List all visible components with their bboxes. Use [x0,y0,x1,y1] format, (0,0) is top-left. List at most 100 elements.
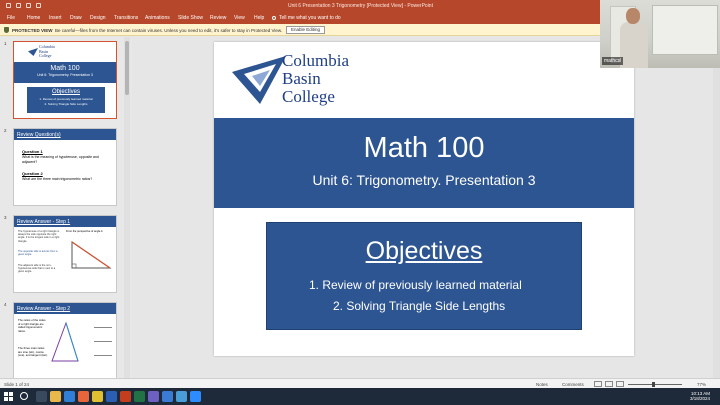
tab-home[interactable]: Home [27,15,40,21]
notes-button[interactable]: Notes [536,382,548,387]
save-icon[interactable] [6,3,11,8]
objective-item: 1. Review of previously learned material [309,278,522,292]
slide-subtitle[interactable]: Unit 6: Trigonometry. Presentation 3 [214,172,634,188]
thumb-bottom-text: The three main ratios are sine (sin), co… [18,346,48,358]
vertical-scrollbar[interactable] [713,37,720,378]
objectives-box[interactable]: Objectives 1. Review of previously learn… [266,222,582,330]
tab-design[interactable]: Design [90,15,106,21]
edge-icon[interactable] [64,391,75,402]
tab-file[interactable]: File [7,15,15,21]
quick-access-toolbar [6,3,41,8]
clock-date: 3/18/2024 [690,396,711,401]
mail-icon[interactable] [162,391,173,402]
protected-view-message: Be careful—files from the Internet can c… [55,27,283,33]
zoom-level[interactable]: 77% [697,382,706,387]
present-icon[interactable] [36,3,41,8]
slide-thumbnail-2[interactable]: Review Question(s) Question 1 What is th… [13,128,117,206]
tab-insert[interactable]: Insert [49,15,62,21]
protected-view-label: PROTECTED VIEW [12,27,53,33]
thumb-q2-label: Question 2 [22,171,43,176]
app-icon[interactable] [176,391,187,402]
thumb-line: 2. Solving Triangle Side Lengths [44,102,88,106]
thumbnail-scrollbar[interactable] [124,37,130,378]
powerpoint-icon[interactable] [120,391,131,402]
thumb-bottom-text: The adjacent side is the non-hypotenuse … [18,264,56,274]
enable-editing-button[interactable]: Enable Editing [286,26,326,34]
redo-icon[interactable] [26,3,31,8]
windows-start-icon[interactable] [4,392,13,401]
title-band: Math 100 Unit 6: Trigonometry. Presentat… [214,118,634,208]
excel-icon[interactable] [134,391,145,402]
thumb-left-text: The ratios of the sides of a right trian… [18,318,46,333]
logo-line: Columbia [282,51,350,70]
lightbulb-icon [272,16,276,20]
thumb-title: Review Answer - Step 2 [14,303,116,314]
normal-view-icon[interactable] [594,381,602,387]
tab-view[interactable]: View [234,15,245,21]
scrollbar-thumb[interactable] [125,41,129,95]
webcam-person-body [620,22,648,68]
slide-thumbnail-3[interactable]: Review Answer - Step 1 The hypotenuse of… [13,215,117,293]
document-title: Unit 6 Presentation 3 Trigonometry [Prot… [288,3,433,9]
slide-thumbnail-4[interactable]: Review Answer - Step 2 The ratios of the… [13,302,117,378]
slide-count: Slide 1 of 24 [4,381,30,387]
current-slide[interactable]: Columbia Basin College Math 100 Unit 6: … [214,42,634,356]
chrome-icon[interactable] [92,391,103,402]
undo-icon[interactable] [16,3,21,8]
shield-icon [4,27,9,33]
webcam-name-tag: mathcsl [602,57,624,65]
logo-line: College [282,87,335,106]
tab-transitions[interactable]: Transitions [114,15,138,21]
slide-title[interactable]: Math 100 [214,132,634,165]
webcam-whiteboard [652,5,718,55]
slide-thumbnail-1[interactable]: Columbia Basin College Math 100 Unit 6: … [13,41,117,119]
thumb-line: 1. Review of previously learned material [39,97,93,101]
comments-button[interactable]: Comments [562,382,584,387]
teams-icon[interactable] [148,391,159,402]
thumb-subtitle: Unit 6: Trigonometry. Presentation 3 [37,73,93,77]
thumb-heading: Objectives [51,89,80,95]
thumb-title: Review Question(s) [14,129,116,140]
reading-view-icon[interactable] [616,381,624,387]
word-icon[interactable] [106,391,117,402]
tell-me-label: Tell me what you want to do [279,15,341,21]
zoom-slider[interactable] [628,383,682,385]
tab-help[interactable]: Help [254,15,264,21]
slide-editing-area[interactable]: Columbia Basin College Math 100 Unit 6: … [132,37,720,378]
logo-line: Basin [282,69,321,88]
thumb-q1-label: Question 1 [22,149,43,154]
tab-animations[interactable]: Animations [145,15,170,21]
slide-sorter-icon[interactable] [605,381,613,387]
objectives-heading: Objectives [365,237,483,265]
status-bar: Slide 1 of 24 Notes Comments 77% [0,378,720,388]
tab-slide-show[interactable]: Slide Show [178,15,203,21]
triangle-diagram [51,321,79,362]
task-view-icon[interactable] [36,391,47,402]
thumbnail-logo: Columbia Basin College [28,44,68,61]
zoom-slider-handle[interactable] [652,381,655,387]
tab-draw[interactable]: Draw [70,15,82,21]
triangle-diagram [71,241,112,269]
thumb-mid-text: The opposite side is across from a given… [18,250,58,257]
thumb-right-text: From the perspective of angle A [66,230,103,233]
webcam-person-head [626,8,640,24]
thumb-logo-line: College [39,53,52,58]
thumb-title: Review Answer - Step 1 [14,216,116,227]
search-icon[interactable] [20,392,28,400]
webcam-overlay: mathcsl [600,0,720,68]
tell-me-search[interactable]: Tell me what you want to do [272,15,341,21]
logo-swoosh-icon [232,56,286,104]
thumbnail-number: 1 [4,41,7,46]
college-logo: Columbia Basin College [230,50,362,108]
windows-taskbar: 10:13 AM 3/18/2024 [0,388,720,405]
thumbnail-number: 2 [4,128,7,133]
thumbnail-number: 4 [4,302,7,307]
taskbar-clock[interactable]: 10:13 AM 3/18/2024 [690,391,710,401]
thumb-q2-text: What are the three main trigonometric ra… [22,177,93,181]
tab-review[interactable]: Review [210,15,226,21]
firefox-icon[interactable] [78,391,89,402]
thumb-title: Math 100 [50,65,80,72]
file-explorer-icon[interactable] [50,391,61,402]
zoom-app-icon[interactable] [190,391,201,402]
slide-thumbnail-pane[interactable]: 1 Columbia Basin College Math 100 Unit 6… [0,37,132,378]
